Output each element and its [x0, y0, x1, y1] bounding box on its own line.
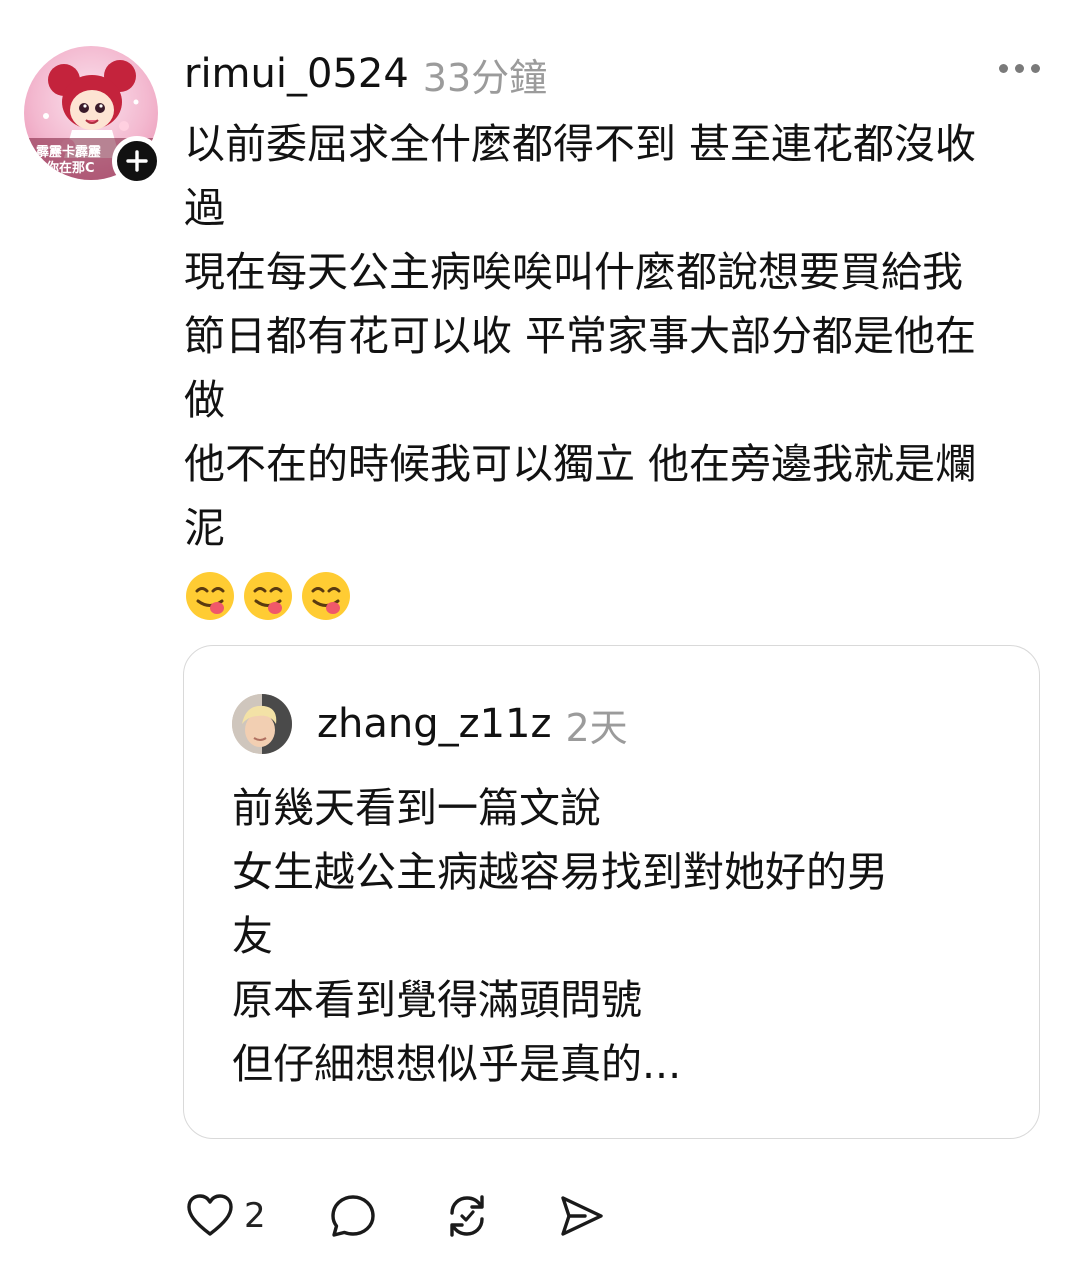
- post-body-line: 他不在的時候我可以獨立 他在旁邊我就是爛: [184, 440, 977, 488]
- quoted-avatar-illustration: [232, 694, 292, 754]
- comment-button[interactable]: [326, 1189, 380, 1243]
- comment-icon: [330, 1195, 375, 1237]
- more-icon[interactable]: [999, 64, 1040, 73]
- quoted-body-line: 原本看到覺得滿頭問號: [232, 976, 642, 1024]
- like-count: 2: [244, 1196, 266, 1236]
- post-timestamp: 33分鐘: [422, 55, 548, 100]
- post-body-line: 以前委屈求全什麼都得不到 甚至連花都沒收: [184, 120, 977, 168]
- quoted-post-timestamp: 2天: [565, 705, 628, 750]
- action-bar: 2: [184, 1186, 668, 1246]
- post-body-line: 泥: [184, 504, 225, 552]
- quoted-body-line: 但仔細想想似乎是真的...: [232, 1040, 682, 1088]
- yummy-face-emoji-icon: [186, 572, 234, 620]
- post-body-line: 做: [184, 376, 225, 424]
- yummy-face-emoji-icon: [302, 572, 350, 620]
- avatar-caption-line-2: 你在那C: [45, 160, 95, 176]
- quoted-body-line: 女生越公主病越容易找到對她好的男: [232, 848, 888, 896]
- repost-button[interactable]: [440, 1189, 494, 1243]
- quoted-body-line: 前幾天看到一篇文說: [232, 784, 601, 832]
- quoted-author-avatar[interactable]: [232, 694, 292, 754]
- quoted-post-header: zhang_z11z 2天: [317, 698, 628, 750]
- quoted-post-body: 前幾天看到一篇文說 女生越公主病越容易找到對她好的男 友 原本看到覺得滿頭問號 …: [232, 776, 1012, 1096]
- send-icon: [560, 1196, 603, 1236]
- avatar-caption-line-1: 霹靂卡霹靂: [36, 144, 101, 160]
- emoji-row: [184, 570, 352, 622]
- repost-icon: [449, 1195, 484, 1237]
- post-body-line: 現在每天公主病唉唉叫什麼都說想要買給我: [184, 248, 963, 296]
- follow-button[interactable]: [112, 136, 162, 186]
- quoted-post-card[interactable]: zhang_z11z 2天 前幾天看到一篇文說 女生越公主病越容易找到對她好的男…: [183, 645, 1040, 1139]
- heart-icon: [187, 1194, 233, 1236]
- post-body: 以前委屈求全什麼都得不到 甚至連花都沒收 過 現在每天公主病唉唉叫什麼都說想要買…: [184, 112, 1064, 560]
- thread-post: 霹靂卡霹靂 你在那C rimui_0524 33分鐘 以前委屈求全什麼都得不到 …: [0, 0, 1090, 1280]
- author-username[interactable]: rimui_0524: [184, 51, 409, 97]
- share-button[interactable]: [554, 1189, 608, 1243]
- post-body-line: 節日都有花可以收 平常家事大部分都是他在: [184, 312, 977, 360]
- quoted-body-line: 友: [232, 912, 273, 960]
- post-header: rimui_0524 33分鐘: [184, 46, 1050, 102]
- quoted-author-username[interactable]: zhang_z11z: [317, 701, 552, 747]
- like-button[interactable]: 2: [184, 1190, 266, 1242]
- post-body-line: 過: [184, 184, 225, 232]
- plus-icon: [126, 150, 148, 172]
- yummy-face-emoji-icon: [244, 572, 292, 620]
